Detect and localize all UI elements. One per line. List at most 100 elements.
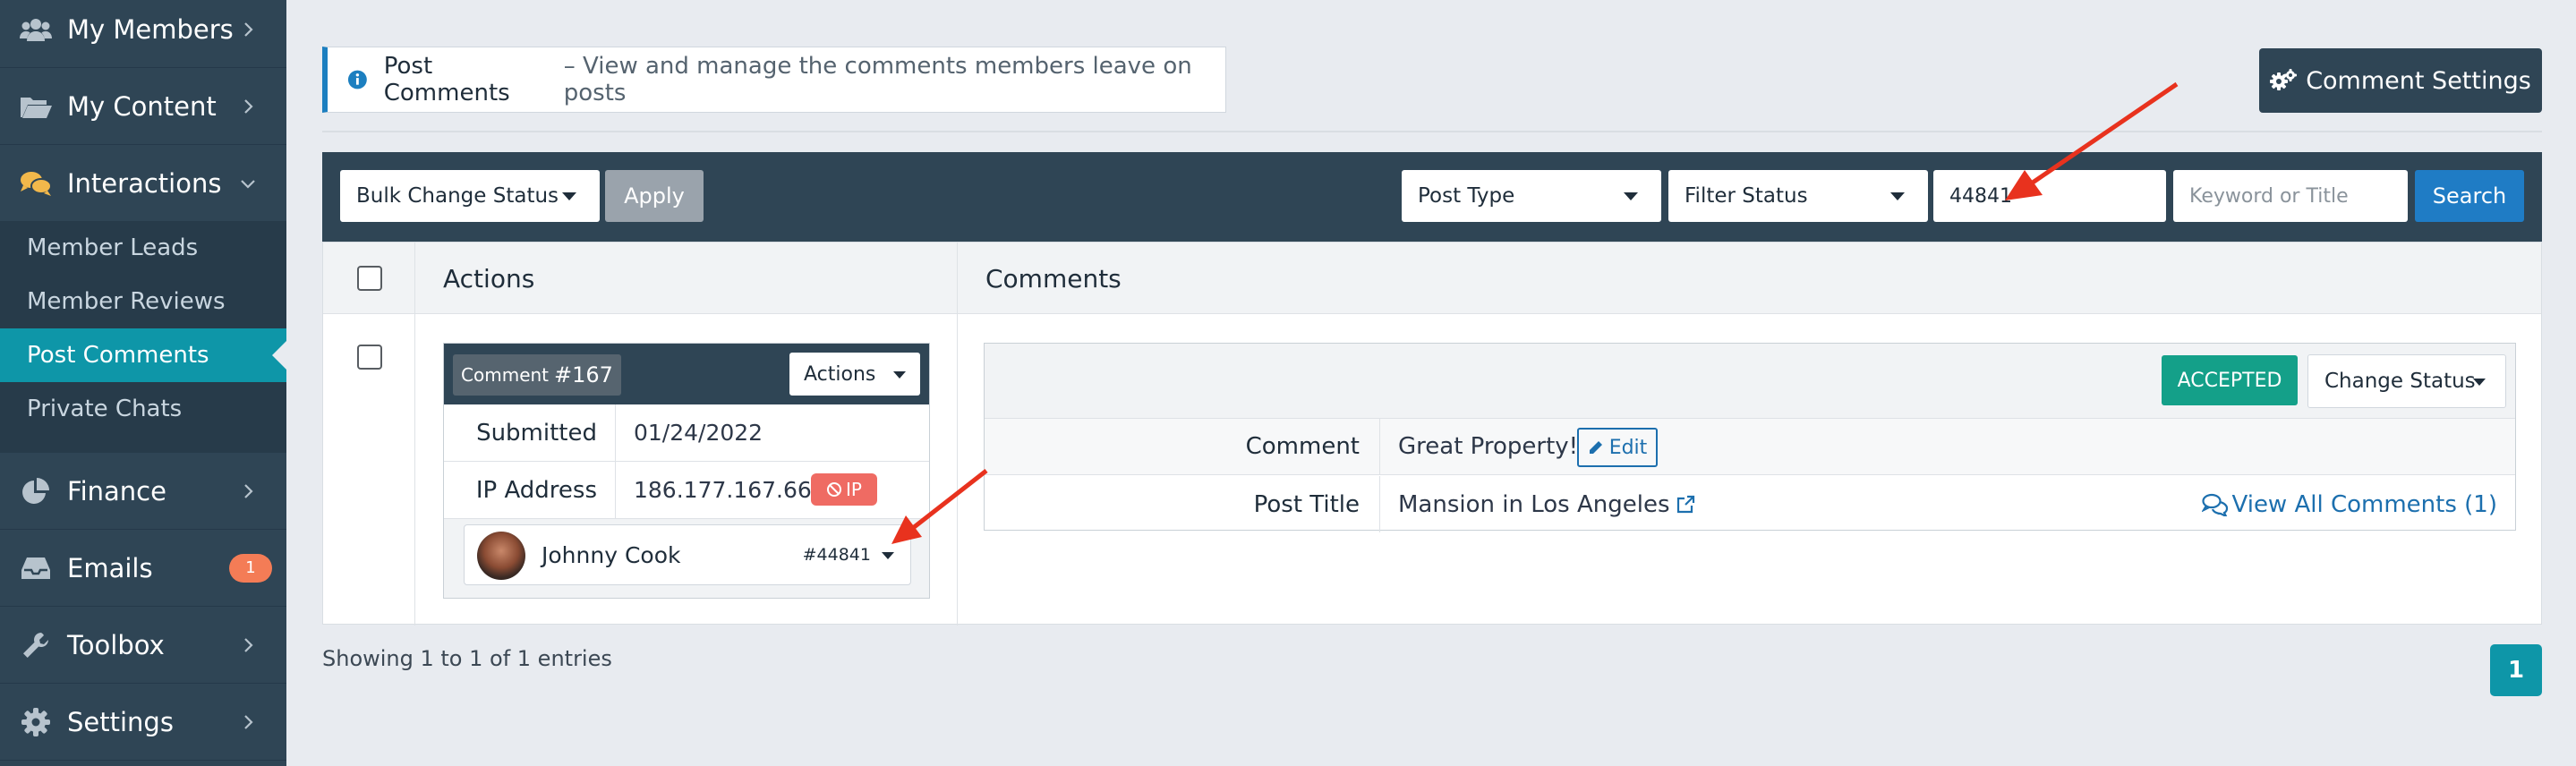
view-all-comments-link[interactable]: View All Comments (1) [2201,476,2498,532]
submitted-label: Submitted [444,404,616,461]
member-id-input[interactable]: 44841 [1933,170,2166,222]
change-status-button[interactable]: Change Status [2307,354,2506,408]
divider [322,131,2542,132]
chevron-right-icon [244,637,253,652]
page-info-banner: Post Comments – View and manage the comm… [322,47,1226,113]
column-divider [957,243,958,626]
ip-address-row: IP Address 186.177.167.66 IP [444,462,929,519]
search-button[interactable]: Search [2415,170,2524,222]
nav-label: Emails [67,552,153,583]
sidebar-item-member-reviews[interactable]: Member Reviews [0,275,286,328]
nav-settings[interactable]: Settings [0,684,286,761]
nav-label: My Members [67,13,234,45]
sidebar-item-post-comments[interactable]: Post Comments [0,328,286,382]
pencil-icon [1589,441,1602,454]
info-circle-icon [347,70,367,89]
nav-label: Finance [67,475,166,506]
submitted-date: 01/24/2022 [634,420,763,446]
view-all-label: View All Comments (1) [2231,490,2498,518]
comment-settings-button[interactable]: Comment Settings [2259,48,2542,113]
page-title: Post Comments [383,53,510,106]
nav-label: Interactions [67,167,222,199]
nav-finance[interactable]: Finance [0,453,286,530]
comment-settings-label: Comment Settings [2306,66,2531,95]
avatar [477,532,525,580]
interactions-submenu: Member Leads Member Reviews Post Comment… [0,221,286,453]
actions-label: Actions [804,362,876,386]
post-type-label: Post Type [1418,184,1515,208]
nav-label: Toolbox [67,629,165,660]
chevron-right-icon [244,714,253,729]
keyword-input[interactable]: Keyword or Title [2173,170,2408,222]
filter-status-label: Filter Status [1685,184,1808,208]
sidebar-item-private-chats[interactable]: Private Chats [0,382,286,436]
emails-count-badge: 1 [229,553,272,583]
comment-text: Great Property! [1398,433,1579,460]
caret-down-icon [1890,192,1905,200]
pagination-page-1[interactable]: 1 [2490,644,2542,696]
table-header [323,243,2541,314]
entries-info: Showing 1 to 1 of 1 entries [322,646,612,671]
nav-toolbox[interactable]: Toolbox [0,607,286,684]
comment-number: #167 [554,362,613,387]
comment-label: Comment [461,364,550,386]
comment-field-label: Comment [985,419,1380,474]
comment-card-header: Comment #167 Actions [444,344,929,404]
comments-icon [18,166,54,201]
comment-detail-header: ACCEPTED Change Status [985,344,2515,419]
sidebar-item-member-leads[interactable]: Member Leads [0,221,286,275]
nav-interactions[interactable]: Interactions [0,145,286,222]
member-name: Johnny Cook [542,541,681,568]
post-title-text: Mansion in Los Angeles [1398,490,1670,518]
edit-comment-button[interactable]: Edit [1577,428,1658,467]
pie-chart-icon [18,473,54,509]
gears-icon [2270,69,2298,90]
nav-my-content[interactable]: My Content [0,68,286,145]
change-status-label: Change Status [2324,370,2476,393]
folder-open-icon [18,89,54,124]
filter-toolbar: Bulk Change Status Apply Post Type Filte… [322,152,2542,242]
ip-badge-label: IP [846,479,862,500]
caret-down-icon [882,552,894,559]
edit-label: Edit [1608,436,1648,459]
select-all-checkbox[interactable] [357,266,382,291]
ip-address-label: IP Address [444,462,616,518]
comment-number-tag: Comment #167 [453,354,621,396]
chevron-right-icon [244,483,253,498]
caret-down-icon [562,192,576,200]
chevron-down-icon [241,179,255,189]
caret-down-icon [2473,379,2486,386]
caret-down-icon [893,371,906,379]
ip-address-value: 186.177.167.66 [634,477,812,503]
comment-detail: ACCEPTED Change Status Comment Great Pro… [984,343,2516,532]
bulk-status-select[interactable]: Bulk Change Status [340,170,600,222]
page-description: – View and manage the comments members l… [563,53,1192,106]
wrench-icon [18,627,54,663]
ban-icon [827,482,842,497]
comment-row: Comment Great Property! Edit [985,419,2515,475]
actions-dropdown-button[interactable]: Actions [789,353,920,396]
external-link-icon [1676,495,1694,513]
member-dropdown[interactable]: Johnny Cook #44841 [464,524,911,585]
sidebar: My Members My Content Interactions Membe… [0,0,286,766]
inbox-icon [18,550,54,586]
bulk-status-label: Bulk Change Status [356,184,559,208]
row-checkbox[interactable] [357,345,382,370]
member-id: #44841 [802,545,871,565]
comments-table: Actions Comments Comment #167 Actions Su… [322,242,2542,626]
nav-emails[interactable]: Emails 1 [0,530,286,607]
block-ip-button[interactable]: IP [811,473,877,506]
post-type-select[interactable]: Post Type [1402,170,1661,222]
filter-status-select[interactable]: Filter Status [1668,170,1928,222]
nav-my-members[interactable]: My Members [0,0,286,68]
nav-label: My Content [67,90,217,122]
post-title-row: Post Title Mansion in Los Angeles View A… [985,476,2515,532]
apply-button[interactable]: Apply [605,170,704,222]
users-icon [18,12,54,47]
submitted-row: Submitted 01/24/2022 [444,404,929,462]
post-title-link[interactable]: Mansion in Los Angeles [1398,476,1695,532]
column-header-comments: Comments [985,263,1122,294]
status-badge: ACCEPTED [2162,355,2298,405]
column-divider [414,243,415,626]
gear-icon [18,704,54,740]
